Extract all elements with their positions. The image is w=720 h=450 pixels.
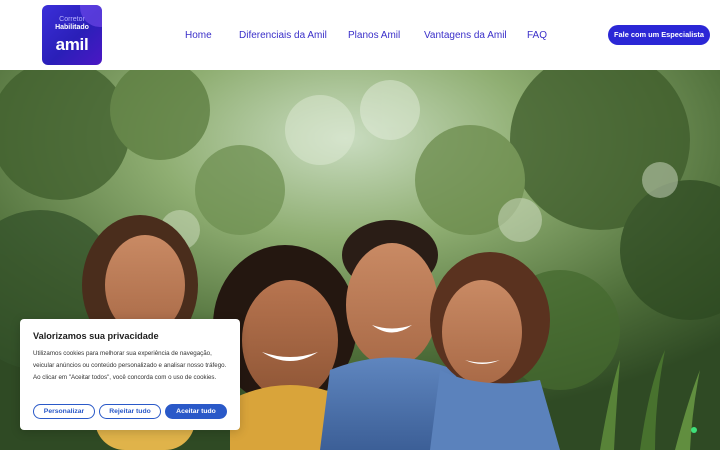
cookie-banner-text: Utilizamos cookies para melhorar sua exp…: [33, 350, 227, 381]
logo-wordmark: amil: [55, 35, 89, 54]
cookie-customize-button[interactable]: Personalizar: [33, 404, 95, 419]
online-status-dot: [691, 427, 697, 433]
nav-vantagens[interactable]: Vantagens da Amil: [424, 29, 507, 43]
logo-line-corretor: Corretor: [59, 16, 85, 23]
nav-planos[interactable]: Planos Amil: [348, 29, 400, 43]
cookie-consent-banner: Valorizamos sua privacidade Utilizamos c…: [20, 319, 240, 430]
logo-line-habilitado: Habilitado: [55, 24, 89, 31]
nav-faq[interactable]: FAQ: [527, 29, 547, 43]
amil-logo[interactable]: Corretor Habilitado amil: [42, 5, 102, 65]
cookie-accept-button[interactable]: Aceitar tudo: [165, 404, 227, 419]
talk-to-specialist-button[interactable]: Fale com um Especialista: [608, 25, 710, 45]
cookie-reject-button[interactable]: Rejeitar tudo: [99, 404, 161, 419]
site-header: Corretor Habilitado amil Home Diferencia…: [0, 0, 720, 70]
nav-diferenciais[interactable]: Diferenciais da Amil: [239, 29, 327, 43]
cookie-banner-title: Valorizamos sua privacidade: [33, 331, 159, 341]
nav-home[interactable]: Home: [185, 29, 212, 43]
